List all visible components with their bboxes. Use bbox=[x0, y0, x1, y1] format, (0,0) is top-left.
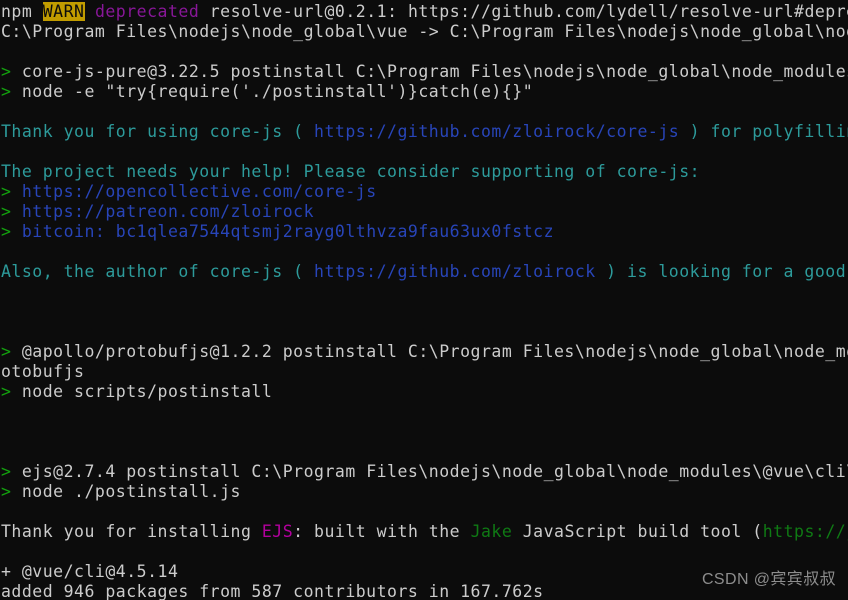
line-vue-symlink: C:\Program Files\nodejs\node_global\vue … bbox=[0, 22, 848, 42]
line-apollo-postinstall: > @apollo/protobufjs@1.2.2 postinstall C… bbox=[0, 342, 848, 362]
terminal-text-segment: : built with the bbox=[293, 522, 471, 541]
terminal-text-segment: node -e "try{require('./postinstall')}ca… bbox=[11, 82, 534, 101]
terminal-text-segment: core-js-pure@3.22.5 postinstall C:\Progr… bbox=[11, 62, 848, 81]
terminal-text-segment: > bbox=[1, 222, 12, 241]
line-blank-3 bbox=[0, 142, 848, 162]
terminal-text-segment: > bbox=[1, 382, 12, 401]
line-thanks-ejs: Thank you for installing EJS: built with… bbox=[0, 522, 848, 542]
terminal-text-segment: node scripts/postinstall bbox=[11, 382, 273, 401]
terminal-output: npm WARN deprecated resolve-url@0.2.1: h… bbox=[0, 2, 848, 600]
terminal-text-segment: https://jake bbox=[762, 522, 848, 541]
line-blank-4 bbox=[0, 242, 848, 262]
terminal-text-segment: https://github.com/zloirock/core-js bbox=[314, 122, 680, 141]
line-project-help: The project needs your help! Please cons… bbox=[0, 162, 848, 182]
line-opencollective: > https://opencollective.com/core-js bbox=[0, 182, 848, 202]
terminal-text-segment: Jake bbox=[470, 522, 513, 541]
line-blank-8 bbox=[0, 402, 848, 422]
terminal-text-segment: > bbox=[1, 82, 12, 101]
terminal-window[interactable]: npm WARN deprecated resolve-url@0.2.1: h… bbox=[0, 0, 848, 600]
terminal-text-segment: > bbox=[1, 482, 12, 501]
terminal-text-segment: Also, the author of core-js ( bbox=[1, 262, 315, 281]
terminal-text-segment: WARN bbox=[42, 2, 85, 21]
terminal-text-segment: > bbox=[1, 462, 12, 481]
line-added-vuecli: + @vue/cli@4.5.14 bbox=[0, 562, 848, 582]
terminal-text-segment: resolve-url@0.2.1: https://github.com/ly… bbox=[199, 2, 848, 21]
terminal-text-segment: @apollo/protobufjs@1.2.2 postinstall C:\… bbox=[11, 342, 848, 361]
terminal-text-segment: > bbox=[1, 342, 12, 361]
terminal-text-segment: ) for polyfilling J bbox=[689, 122, 848, 141]
terminal-text-segment: > bbox=[1, 62, 12, 81]
line-blank-1 bbox=[0, 42, 848, 62]
terminal-text-segment: otobufjs bbox=[1, 362, 85, 381]
line-apollo-wrap: otobufjs bbox=[0, 362, 848, 382]
line-apollo-script: > node scripts/postinstall bbox=[0, 382, 848, 402]
line-corejs-node-e: > node -e "try{require('./postinstall')}… bbox=[0, 82, 848, 102]
line-added-summary: added 946 packages from 587 contributors… bbox=[0, 582, 848, 600]
line-ejs-postinstall: > ejs@2.7.4 postinstall C:\Program Files… bbox=[0, 462, 848, 482]
terminal-text-segment: > bbox=[1, 202, 12, 221]
terminal-text-segment: deprecated bbox=[94, 2, 200, 21]
terminal-text-segment: https://opencollective.com/core-js bbox=[21, 182, 377, 201]
terminal-text-segment: https://github.com/zloirock bbox=[314, 262, 596, 281]
terminal-text-segment: bitcoin: bc1qlea7544qtsmj2rayg0lthvza9fa… bbox=[21, 222, 555, 241]
terminal-text-segment: ejs@2.7.4 postinstall C:\Program Files\n… bbox=[11, 462, 848, 481]
terminal-text-segment: The project needs your help! Please cons… bbox=[1, 162, 701, 181]
line-blank-2 bbox=[0, 102, 848, 122]
line-blank-7 bbox=[0, 322, 848, 342]
line-blank-6 bbox=[0, 302, 848, 322]
line-corejs-postinstall: > core-js-pure@3.22.5 postinstall C:\Pro… bbox=[0, 62, 848, 82]
line-blank-9 bbox=[0, 422, 848, 442]
terminal-text-segment: C:\Program Files\nodejs\node_global\vue … bbox=[1, 22, 848, 41]
terminal-text-segment: added 946 packages from 587 contributors… bbox=[1, 582, 544, 600]
terminal-text-segment: + @vue/cli@4.5.14 bbox=[1, 562, 179, 581]
terminal-text-segment: > bbox=[1, 182, 12, 201]
line-bitcoin: > bitcoin: bc1qlea7544qtsmj2rayg0lthvza9… bbox=[0, 222, 848, 242]
terminal-text-segment: https://patreon.com/zloirock bbox=[21, 202, 315, 221]
line-blank-10 bbox=[0, 442, 848, 462]
line-ejs-script: > node ./postinstall.js bbox=[0, 482, 848, 502]
terminal-text-segment: npm bbox=[1, 2, 43, 21]
terminal-text-segment: JavaScript build tool ( bbox=[512, 522, 763, 541]
terminal-text-segment: Thank you for using core-js ( bbox=[1, 122, 315, 141]
line-patreon: > https://patreon.com/zloirock bbox=[0, 202, 848, 222]
terminal-text-segment: node ./postinstall.js bbox=[11, 482, 241, 501]
line-author-job: Also, the author of core-js ( https://gi… bbox=[0, 262, 848, 282]
line-blank-11 bbox=[0, 502, 848, 522]
line-blank-12 bbox=[0, 542, 848, 562]
terminal-text-segment: Thank you for installing bbox=[1, 522, 262, 541]
terminal-text-segment: ) is looking for a good job bbox=[606, 262, 847, 281]
terminal-text-segment: EJS bbox=[261, 522, 294, 541]
line-blank-5 bbox=[0, 282, 848, 302]
line-npm-warn: npm WARN deprecated resolve-url@0.2.1: h… bbox=[0, 2, 848, 22]
line-thanks-corejs: Thank you for using core-js ( https://gi… bbox=[0, 122, 848, 142]
